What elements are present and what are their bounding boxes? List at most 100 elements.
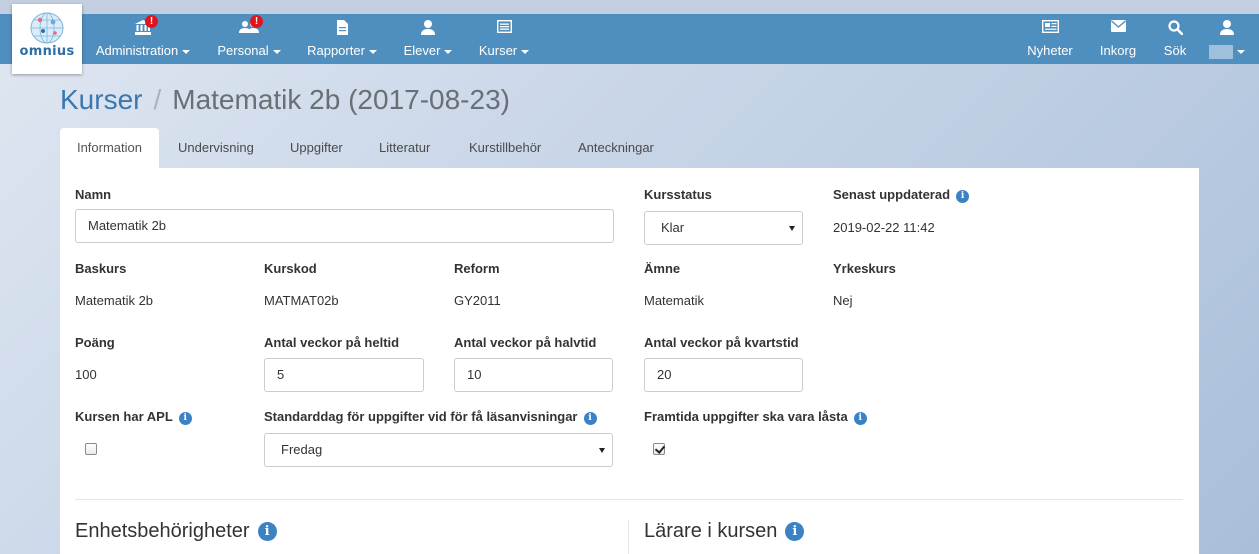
info-icon[interactable]: i [583, 412, 597, 425]
logo-text: omnius [19, 44, 75, 59]
globe-logo-icon [30, 12, 64, 44]
info-icon[interactable]: i [257, 522, 277, 541]
caret-down-icon [182, 49, 191, 54]
nav-nyheter[interactable]: Nyheter [1024, 14, 1076, 64]
tab-kurstillbehor[interactable]: Kurstillbehör [469, 128, 541, 168]
top-navbar: ! Administration ! Personal Rapporter El… [0, 14, 1259, 64]
nav-personal[interactable]: ! Personal [212, 14, 286, 64]
file-icon [303, 20, 381, 36]
standarddag-select[interactable]: Fredag [264, 433, 613, 467]
namn-label: Namn [75, 187, 112, 202]
breadcrumb-separator: / [153, 84, 162, 115]
standarddag-text: Standarddag för uppgifter vid för få läs… [264, 409, 578, 424]
apl-label: Kursen har APL i [75, 409, 192, 425]
yrkeskurs-value: Nej [833, 293, 853, 308]
halvtid-input[interactable]: 10 [454, 358, 613, 392]
nav-label: Rapporter [307, 43, 365, 58]
baskurs-value: Matematik 2b [75, 293, 154, 308]
kurskod-label: Kurskod [264, 261, 317, 276]
info-icon[interactable]: i [178, 412, 192, 425]
larare-title: Lärare i kursen i [644, 520, 805, 543]
users-icon [212, 20, 286, 36]
kursstatus-select[interactable]: Klar [644, 211, 803, 245]
senast-uppdaterad-label: Senast uppdaterad i [833, 187, 970, 203]
framtida-text: Framtida uppgifter ska vara låsta [644, 409, 848, 424]
kursstatus-value: Klar [661, 220, 685, 235]
enhetsbehorigheter-title: Enhetsbehörigheter i [75, 520, 277, 543]
framtida-checkbox[interactable] [653, 443, 665, 455]
senast-uppdaterad-text: Senast uppdaterad [833, 187, 951, 202]
nav-sok[interactable]: Sök [1158, 14, 1192, 64]
information-panel: Namn Matematik 2b Kursstatus Klar Senast… [60, 168, 1199, 554]
kursstatus-label: Kursstatus [644, 187, 712, 202]
namn-input[interactable]: Matematik 2b [75, 209, 614, 243]
info-icon[interactable]: i [853, 412, 867, 425]
notification-badge: ! [250, 15, 263, 28]
caret-down-icon [368, 49, 377, 54]
nav-label: Personal [217, 43, 269, 58]
nav-administration[interactable]: ! Administration [92, 14, 194, 64]
user-icon [1206, 20, 1248, 36]
nav-user-menu[interactable] [1206, 14, 1248, 64]
larare-text: Lärare i kursen [644, 520, 778, 542]
nav-inkorg[interactable]: Inkorg [1096, 14, 1140, 64]
caret-down-icon [272, 49, 281, 54]
caret-down-icon [521, 49, 530, 54]
tab-litteratur[interactable]: Litteratur [379, 128, 430, 168]
tab-anteckningar[interactable]: Anteckningar [578, 128, 654, 168]
tab-uppgifter[interactable]: Uppgifter [290, 128, 343, 168]
tab-information[interactable]: Information [60, 128, 159, 168]
nav-label: Administration [95, 43, 179, 58]
nav-rapporter[interactable]: Rapporter [303, 14, 381, 64]
nav-label: Kurser [478, 43, 518, 58]
standarddag-value: Fredag [281, 442, 323, 457]
breadcrumb: Kurser / Matematik 2b (2017-08-23) [60, 84, 510, 116]
heltid-label: Antal veckor på heltid [264, 335, 400, 350]
caret-down-icon [1237, 49, 1245, 54]
user-icon [399, 20, 457, 36]
omnius-logo[interactable]: omnius [12, 4, 82, 74]
amne-value: Matematik [644, 293, 704, 308]
bank-icon [92, 20, 194, 36]
apl-text: Kursen har APL [75, 409, 173, 424]
envelope-icon [1096, 20, 1140, 36]
reform-value: GY2011 [454, 293, 501, 308]
column-divider [628, 520, 629, 554]
reform-label: Reform [454, 261, 500, 276]
breadcrumb-parent-link[interactable]: Kurser [60, 84, 142, 115]
amne-label: Ämne [644, 261, 681, 276]
select-arrow-icon [789, 226, 795, 231]
halvtid-label: Antal veckor på halvtid [454, 335, 597, 350]
nav-label: Sök [1163, 43, 1187, 58]
nav-label: Nyheter [1027, 43, 1073, 58]
enhetsbehorigheter-text: Enhetsbehörigheter [75, 520, 250, 542]
nav-label: Elever [403, 43, 441, 58]
yrkeskurs-label: Yrkeskurs [833, 261, 896, 276]
info-icon[interactable]: i [956, 190, 970, 203]
top-strip [0, 0, 1259, 14]
framtida-label: Framtida uppgifter ska vara låsta i [644, 409, 867, 425]
notification-badge: ! [145, 15, 158, 28]
list-icon [475, 20, 533, 36]
page-title: Matematik 2b (2017-08-23) [172, 84, 510, 115]
nav-elever[interactable]: Elever [399, 14, 457, 64]
poang-value: 100 [75, 367, 97, 382]
poang-label: Poäng [75, 335, 115, 350]
section-divider [75, 499, 1183, 500]
nav-kurser[interactable]: Kurser [475, 14, 533, 64]
apl-checkbox[interactable] [85, 443, 97, 455]
info-icon[interactable]: i [785, 522, 805, 541]
nav-label: Inkorg [1099, 43, 1137, 58]
standarddag-label: Standarddag för uppgifter vid för få läs… [264, 409, 597, 425]
search-icon [1158, 20, 1192, 36]
heltid-input[interactable]: 5 [264, 358, 424, 392]
user-name [1209, 44, 1233, 59]
newspaper-icon [1024, 20, 1076, 36]
senast-uppdaterad-value: 2019-02-22 11:42 [833, 220, 935, 235]
tab-undervisning[interactable]: Undervisning [178, 128, 254, 168]
caret-down-icon [444, 49, 453, 54]
kvartstid-input[interactable]: 20 [644, 358, 803, 392]
kvartstid-label: Antal veckor på kvartstid [644, 335, 799, 350]
baskurs-label: Baskurs [75, 261, 127, 276]
select-arrow-icon [599, 448, 605, 453]
